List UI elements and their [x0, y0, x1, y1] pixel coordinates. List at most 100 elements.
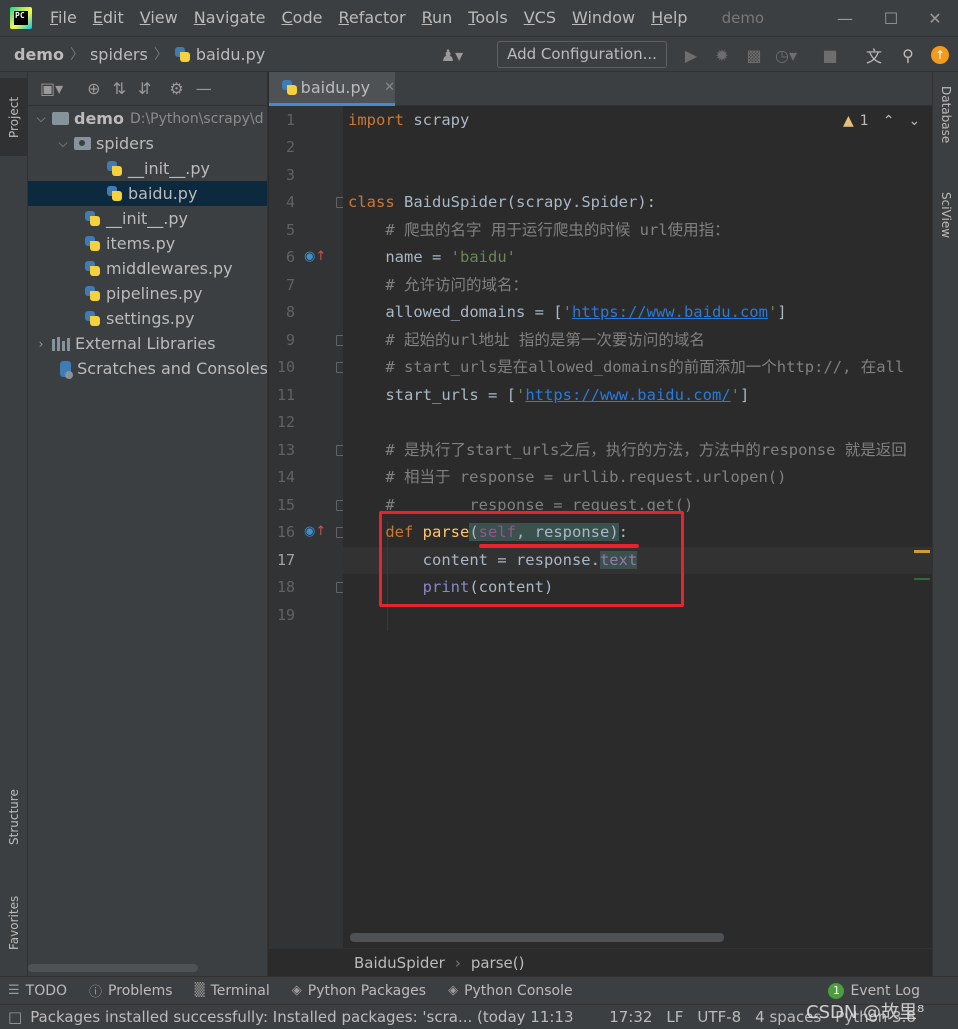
chevron-down-icon[interactable]: ⌵ [56, 136, 70, 151]
menu-refactor[interactable]: Refactor [330, 0, 413, 36]
database-tool-tab[interactable]: Database [933, 86, 958, 172]
code-line-14: # 相当于 response = urllib.request.urlopen(… [348, 468, 787, 486]
tree-item-spiders[interactable]: ⌵ spiders [28, 131, 267, 156]
python-file-icon [84, 235, 101, 252]
editor-tab-baidu[interactable]: baidu.py ✕ [269, 72, 395, 106]
breadcrumb-method[interactable]: parse() [471, 954, 525, 972]
structure-tool-tab[interactable]: Structure [0, 772, 28, 862]
tree-item-items[interactable]: items.py [28, 231, 267, 256]
menu-code[interactable]: Code [274, 0, 331, 36]
tree-item-spiders-init[interactable]: __init__.py [28, 156, 267, 181]
tree-root-label: demo [74, 109, 124, 128]
menu-view[interactable]: View [132, 0, 186, 36]
editor-horizontal-scrollbar[interactable] [350, 933, 724, 942]
collapse-all-icon[interactable]: ⇵ [138, 79, 151, 98]
locate-icon[interactable]: ⊕ [87, 79, 100, 98]
tree-item-baidu[interactable]: baidu.py [28, 181, 267, 206]
panel-toggle-icon[interactable]: □ [8, 1008, 22, 1026]
file-encoding[interactable]: UTF-8 [697, 1008, 741, 1026]
param-text: , response [516, 523, 610, 541]
project-view-icon[interactable]: ▣▾ [40, 79, 63, 98]
tool-button-label: TODO [25, 982, 68, 999]
terminal-tool-button[interactable]: ▒ Terminal [195, 983, 270, 999]
debug-icon[interactable]: ✹ [710, 43, 734, 67]
close-window-icon[interactable]: ✕ [912, 0, 958, 36]
url-link[interactable]: https://www.baidu.com/ [525, 386, 730, 404]
line-number: 15 [276, 496, 295, 514]
menu-help[interactable]: Help [643, 0, 695, 36]
favorites-tool-tab[interactable]: Favorites [0, 878, 28, 968]
profile-icon[interactable]: ◷▾ [774, 43, 798, 67]
override-marker-icon[interactable]: ◉↑ [304, 524, 326, 539]
expand-all-icon[interactable]: ⇅ [113, 79, 126, 98]
tree-item-external-libraries[interactable]: › External Libraries [28, 331, 267, 356]
line-number: 7 [285, 276, 295, 294]
add-configuration-button[interactable]: Add Configuration... [497, 41, 667, 68]
breadcrumb-folder[interactable]: spiders [90, 45, 148, 64]
sciview-tool-tab[interactable]: SciView [933, 192, 958, 272]
structure-tab-label: Structure [7, 789, 21, 845]
project-horizontal-scrollbar[interactable] [28, 964, 198, 972]
tree-item-settings[interactable]: settings.py [28, 306, 267, 331]
minimize-icon[interactable]: — [822, 0, 868, 36]
tree-item-pipelines[interactable]: pipelines.py [28, 281, 267, 306]
python-file-icon [106, 185, 123, 202]
code-line-1: import scrapy [348, 107, 469, 134]
code-line-4: class BaiduSpider(scrapy.Spider): [348, 189, 656, 216]
tree-item-scratches[interactable]: Scratches and Consoles [28, 356, 267, 381]
todo-tool-button[interactable]: ☰ TODO [8, 983, 67, 999]
chevron-down-icon[interactable]: ⌄ [908, 113, 920, 129]
search-icon[interactable]: ⚲ [896, 43, 920, 67]
user-icon[interactable]: ♟▾ [440, 43, 464, 67]
menu-navigate[interactable]: Navigate [186, 0, 274, 36]
inspection-widget[interactable]: ▲ 1 ⌃ ⌄ [843, 113, 920, 129]
override-marker-icon[interactable]: ◉↑ [304, 249, 326, 264]
python-console-tool-button[interactable]: ◈ Python Console [448, 983, 573, 999]
caret-position[interactable]: 17:32 [609, 1008, 652, 1026]
database-tab-label: Database [939, 86, 953, 144]
problems-tool-button[interactable]: ⓘ Problems [89, 981, 173, 1001]
maximize-icon[interactable]: ☐ [868, 0, 914, 36]
menu-vcs[interactable]: VCS [516, 0, 564, 36]
string-quote: ' [515, 386, 526, 404]
url-link[interactable]: https://www.baidu.com [572, 303, 768, 321]
menu-run[interactable]: Run [414, 0, 461, 36]
translate-icon[interactable]: 文 [862, 43, 886, 67]
tree-item-init[interactable]: __init__.py [28, 206, 267, 231]
hide-panel-icon[interactable]: — [196, 79, 212, 98]
tool-button-label: Python Console [464, 982, 573, 999]
breadcrumb-file[interactable]: baidu.py [196, 45, 265, 64]
keyword: import [348, 111, 404, 129]
python-file-icon [84, 285, 101, 302]
chevron-up-icon[interactable]: ⌃ [883, 113, 895, 129]
project-tool-tab[interactable]: Project [0, 78, 28, 156]
chevron-down-icon[interactable]: ⌵ [34, 111, 48, 126]
coverage-icon[interactable]: ▩ [742, 43, 766, 67]
keyword: class [348, 193, 395, 211]
update-icon[interactable]: ↑ [928, 43, 952, 67]
breadcrumb-project[interactable]: demo [14, 45, 64, 64]
string-quote: ' [767, 303, 778, 321]
menu-file[interactable]: File [42, 0, 85, 36]
line-separator[interactable]: LF [666, 1008, 683, 1026]
change-stripe-mark[interactable] [914, 578, 930, 580]
menu-edit[interactable]: Edit [85, 0, 132, 36]
code-editor[interactable]: import scrapy class BaiduSpider(scrapy.S… [343, 106, 932, 948]
gear-icon[interactable]: ⚙ [169, 79, 183, 98]
menu-tools[interactable]: Tools [460, 0, 515, 36]
close-tab-icon[interactable]: ✕ [384, 80, 395, 95]
event-log-label: Event Log [850, 983, 920, 999]
menu-window[interactable]: Window [564, 0, 643, 36]
warning-stripe-mark[interactable] [914, 550, 930, 553]
chevron-right-icon[interactable]: › [34, 337, 48, 351]
code-line-8: allowed_domains = ['https://www.baidu.co… [348, 299, 786, 326]
tree-root[interactable]: ⌵ demo D:\Python\scrapy\d [28, 106, 267, 131]
python-packages-tool-button[interactable]: ◈ Python Packages [292, 983, 426, 999]
breadcrumb-class[interactable]: BaiduSpider [354, 954, 445, 972]
tree-item-middlewares[interactable]: middlewares.py [28, 256, 267, 281]
stop-icon[interactable]: ■ [818, 43, 842, 67]
run-icon[interactable]: ▶ [679, 43, 703, 67]
status-message[interactable]: Packages installed successfully: Install… [30, 1008, 595, 1026]
tool-button-label: Python Packages [307, 982, 427, 999]
event-log-button[interactable]: 1 Event Log [828, 983, 920, 999]
